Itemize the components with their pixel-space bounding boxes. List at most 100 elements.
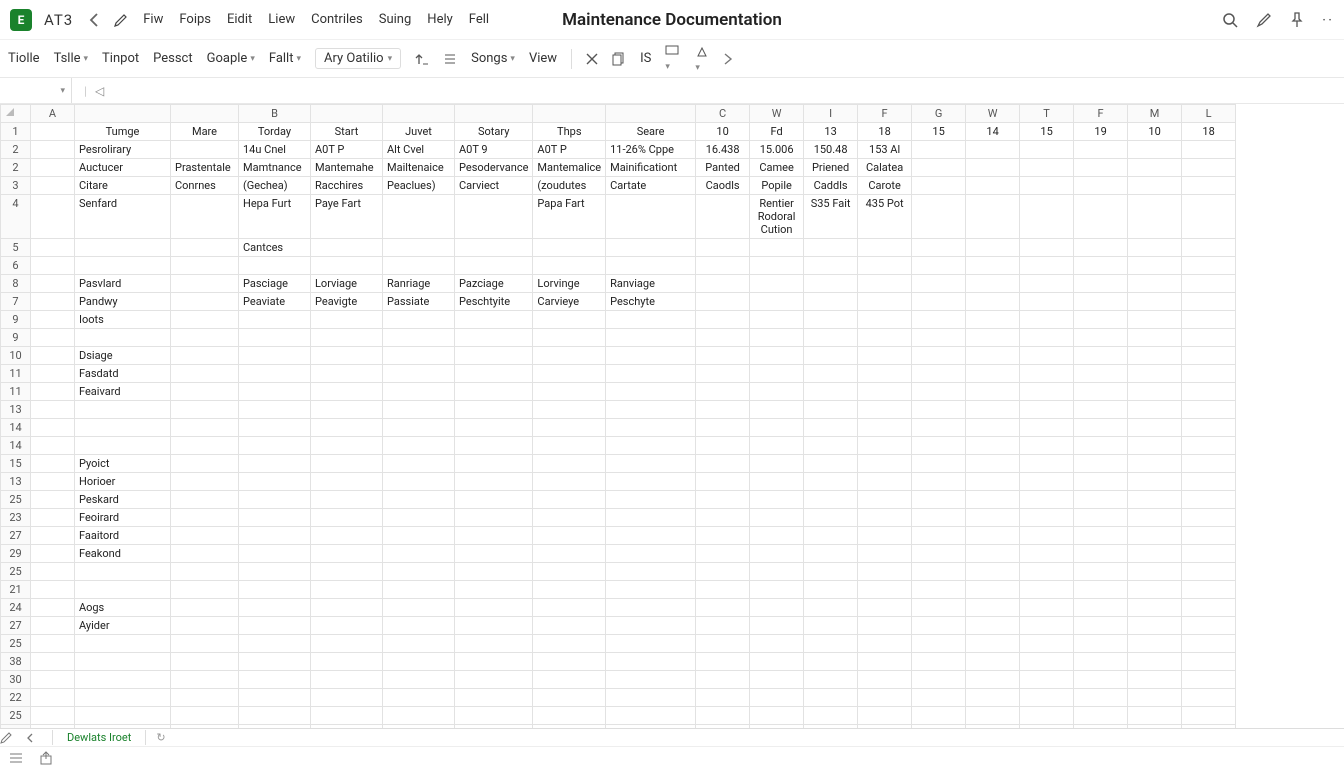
cell[interactable] [1074, 725, 1128, 729]
row-header[interactable]: 13 [1, 473, 31, 491]
cell[interactable] [533, 707, 606, 725]
cell[interactable] [696, 419, 750, 437]
row-header[interactable]: 5 [1, 239, 31, 257]
cell[interactable] [383, 671, 455, 689]
chevron-right-icon[interactable] [723, 53, 733, 65]
cell[interactable] [1128, 545, 1182, 563]
cell[interactable] [1074, 419, 1128, 437]
cell[interactable] [606, 653, 696, 671]
cell[interactable] [966, 473, 1020, 491]
cell[interactable] [239, 329, 311, 347]
cell[interactable] [533, 401, 606, 419]
cell[interactable] [383, 581, 455, 599]
cell[interactable] [75, 581, 171, 599]
column-header[interactable]: I [804, 105, 858, 123]
cell[interactable] [1128, 195, 1182, 239]
cell[interactable] [750, 689, 804, 707]
cell[interactable] [31, 401, 75, 419]
column-header[interactable] [311, 105, 383, 123]
tb-songs[interactable]: Songs▾ [471, 51, 515, 66]
cell[interactable]: Ranviage [606, 275, 696, 293]
cell[interactable] [75, 725, 171, 729]
row-header[interactable]: 2 [1, 141, 31, 159]
cell[interactable] [533, 635, 606, 653]
cell[interactable] [750, 527, 804, 545]
cell[interactable] [750, 311, 804, 329]
cell[interactable] [1020, 177, 1074, 195]
cell[interactable] [171, 419, 239, 437]
cell[interactable] [912, 347, 966, 365]
row-header[interactable]: 3 [1, 177, 31, 195]
cell[interactable] [1020, 195, 1074, 239]
cell[interactable] [1182, 473, 1236, 491]
cell[interactable] [31, 635, 75, 653]
cell[interactable]: Citare [75, 177, 171, 195]
cell[interactable] [455, 653, 533, 671]
cell[interactable] [966, 707, 1020, 725]
cell[interactable] [1074, 347, 1128, 365]
cell[interactable] [804, 635, 858, 653]
cell[interactable] [966, 725, 1020, 729]
cell[interactable]: Fasdatd [75, 365, 171, 383]
cell[interactable] [966, 581, 1020, 599]
cell[interactable] [1074, 599, 1128, 617]
cell[interactable]: Caddls [804, 177, 858, 195]
cell[interactable] [533, 527, 606, 545]
cell[interactable] [455, 473, 533, 491]
cell[interactable] [31, 617, 75, 635]
cell[interactable]: (zoudutes [533, 177, 606, 195]
cell[interactable]: Conrnes [171, 177, 239, 195]
cell[interactable] [1020, 419, 1074, 437]
cell[interactable] [858, 365, 912, 383]
cell[interactable] [858, 473, 912, 491]
cell[interactable] [858, 509, 912, 527]
cell[interactable] [383, 473, 455, 491]
cell[interactable] [912, 509, 966, 527]
device-icon[interactable]: ▾ [665, 45, 681, 73]
cell[interactable] [1074, 671, 1128, 689]
cell[interactable] [696, 653, 750, 671]
cell[interactable] [1182, 311, 1236, 329]
cell[interactable]: Peavigte [311, 293, 383, 311]
cell[interactable]: Hepa Furt [239, 195, 311, 239]
cell[interactable]: Dsiage [75, 347, 171, 365]
cell[interactable] [696, 401, 750, 419]
column-header[interactable]: T [1020, 105, 1074, 123]
sheet-refresh-icon[interactable]: ↻ [146, 731, 175, 744]
cell[interactable] [31, 293, 75, 311]
cell[interactable] [311, 617, 383, 635]
cell[interactable] [311, 329, 383, 347]
cell[interactable] [383, 509, 455, 527]
cell[interactable] [966, 329, 1020, 347]
cell[interactable] [311, 491, 383, 509]
cell[interactable] [912, 401, 966, 419]
cell[interactable] [171, 473, 239, 491]
cell[interactable] [1128, 401, 1182, 419]
cell[interactable] [1020, 275, 1074, 293]
cell[interactable] [31, 365, 75, 383]
cell[interactable]: Ranriage [383, 275, 455, 293]
cell[interactable] [171, 689, 239, 707]
cell[interactable] [31, 653, 75, 671]
cell[interactable] [1128, 581, 1182, 599]
cell[interactable] [696, 689, 750, 707]
cell[interactable]: 14 [966, 123, 1020, 141]
cell[interactable] [966, 545, 1020, 563]
cell[interactable] [804, 563, 858, 581]
cell[interactable] [171, 581, 239, 599]
cell[interactable] [1074, 257, 1128, 275]
cell[interactable] [455, 617, 533, 635]
cell[interactable] [311, 257, 383, 275]
cell[interactable] [455, 455, 533, 473]
cell[interactable] [1074, 401, 1128, 419]
cell[interactable] [1182, 365, 1236, 383]
cell[interactable] [171, 401, 239, 419]
cell[interactable] [1074, 563, 1128, 581]
select-all-corner[interactable] [1, 105, 31, 123]
cell[interactable] [383, 257, 455, 275]
cell[interactable] [912, 329, 966, 347]
cell[interactable] [311, 563, 383, 581]
cell[interactable] [966, 419, 1020, 437]
cell[interactable] [858, 491, 912, 509]
cell[interactable] [171, 545, 239, 563]
